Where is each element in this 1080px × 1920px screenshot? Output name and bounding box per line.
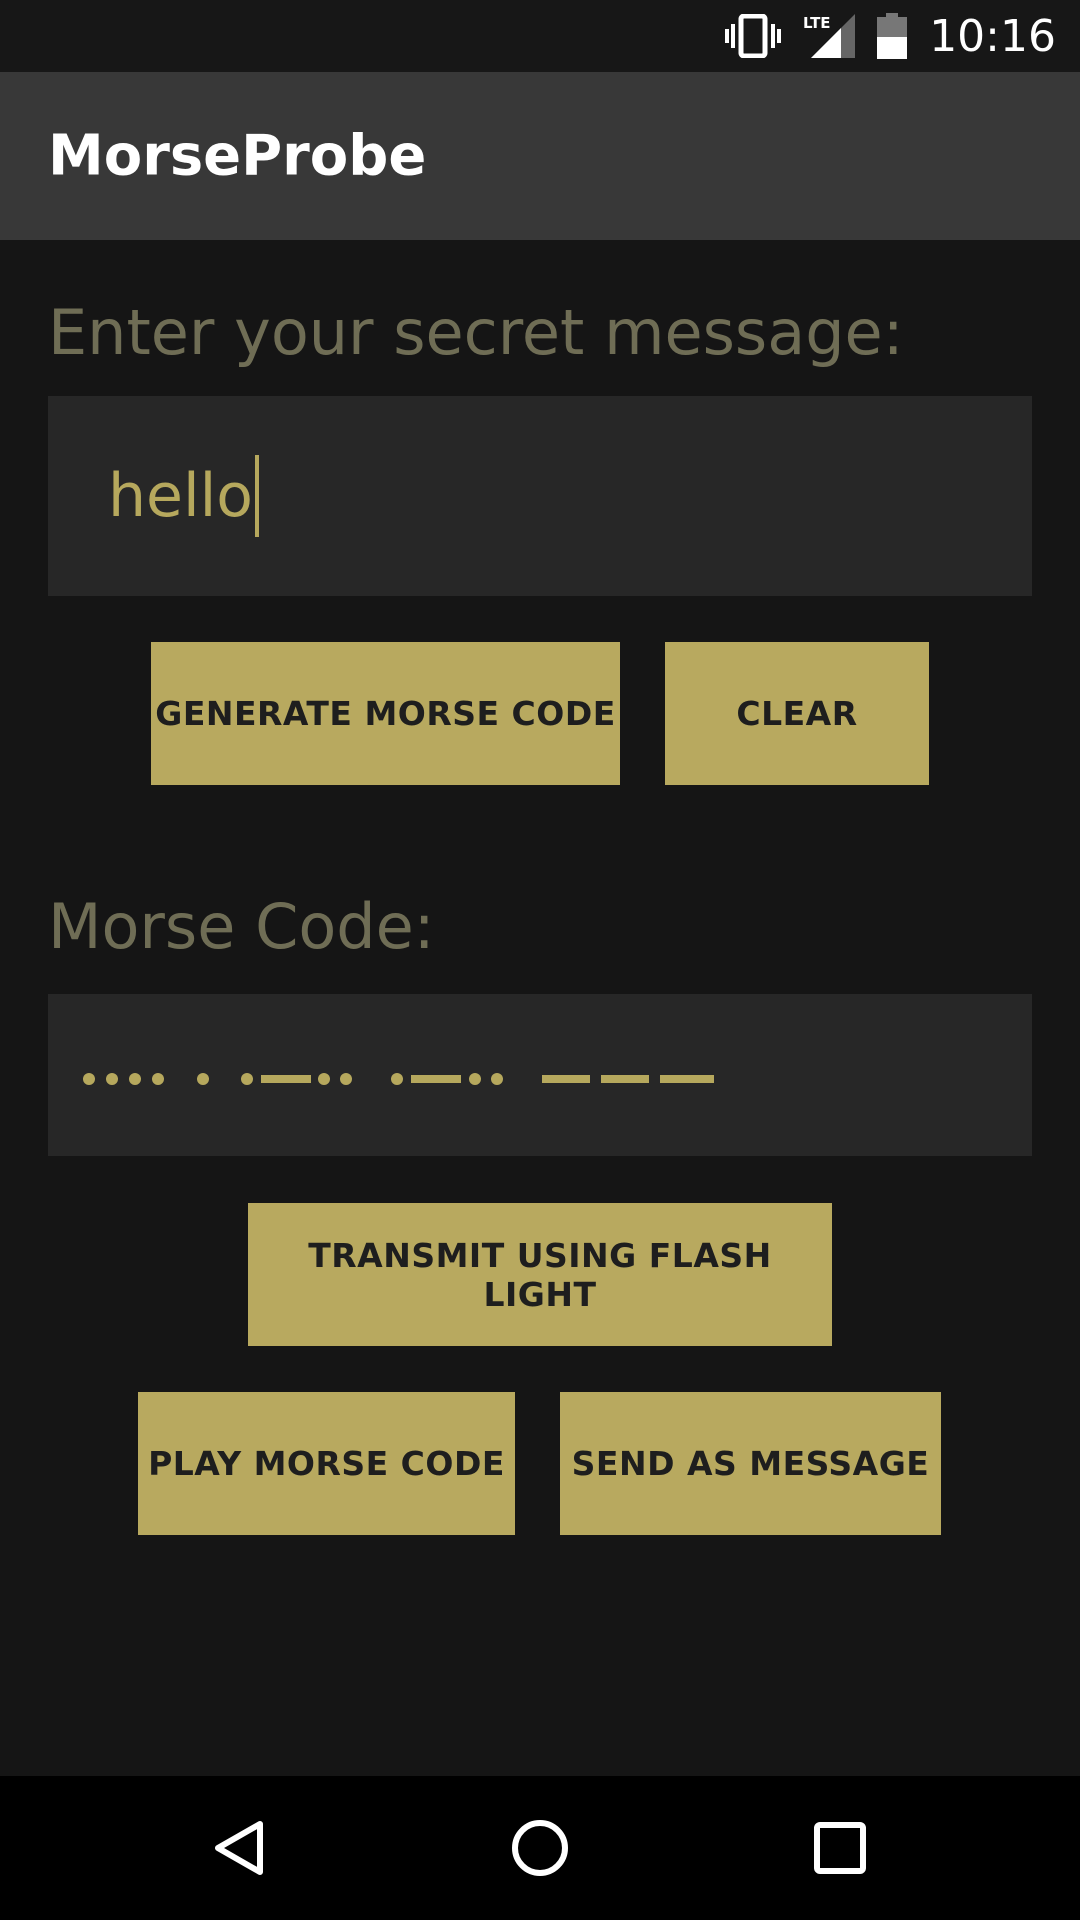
message-input[interactable]: hello — [48, 396, 1032, 596]
status-time: 10:16 — [929, 10, 1056, 62]
generate-morse-code-button[interactable]: GENERATE MORSE CODE — [151, 642, 620, 785]
app-title: MorseProbe — [48, 123, 427, 189]
lte-signal-icon: LTE — [803, 12, 856, 60]
message-text: hello — [108, 461, 253, 531]
clear-button[interactable]: CLEAR — [665, 642, 929, 785]
home-icon[interactable] — [450, 1776, 630, 1920]
transmit-flash-light-button[interactable]: TRANSMIT USING FLASH LIGHT — [248, 1203, 832, 1346]
message-label: Enter your secret message: — [48, 296, 904, 369]
text-cursor — [255, 455, 259, 537]
network-label: LTE — [803, 14, 831, 32]
screen: LTE 10:16 MorseProbe Enter your secret m… — [0, 0, 1080, 1920]
morse-code-display: •••• • •▬•• •▬•• ▬▬▬ — [83, 1073, 714, 1085]
vibrate-icon — [725, 14, 782, 58]
status-bar: LTE 10:16 — [0, 0, 1080, 72]
play-morse-code-button[interactable]: PLAY MORSE CODE — [138, 1392, 515, 1535]
morse-code-output: •••• • •▬•• •▬•• ▬▬▬ — [48, 994, 1032, 1156]
battery-icon — [877, 13, 908, 59]
morse-code-label: Morse Code: — [48, 890, 435, 963]
message-input-value: hello — [108, 455, 259, 537]
send-as-message-button[interactable]: SEND AS MESSAGE — [560, 1392, 941, 1535]
back-icon[interactable] — [150, 1776, 330, 1920]
navigation-bar — [0, 1776, 1080, 1920]
app-bar: MorseProbe — [0, 72, 1080, 240]
status-icons: LTE 10:16 — [703, 0, 1056, 72]
recents-icon[interactable] — [750, 1776, 930, 1920]
